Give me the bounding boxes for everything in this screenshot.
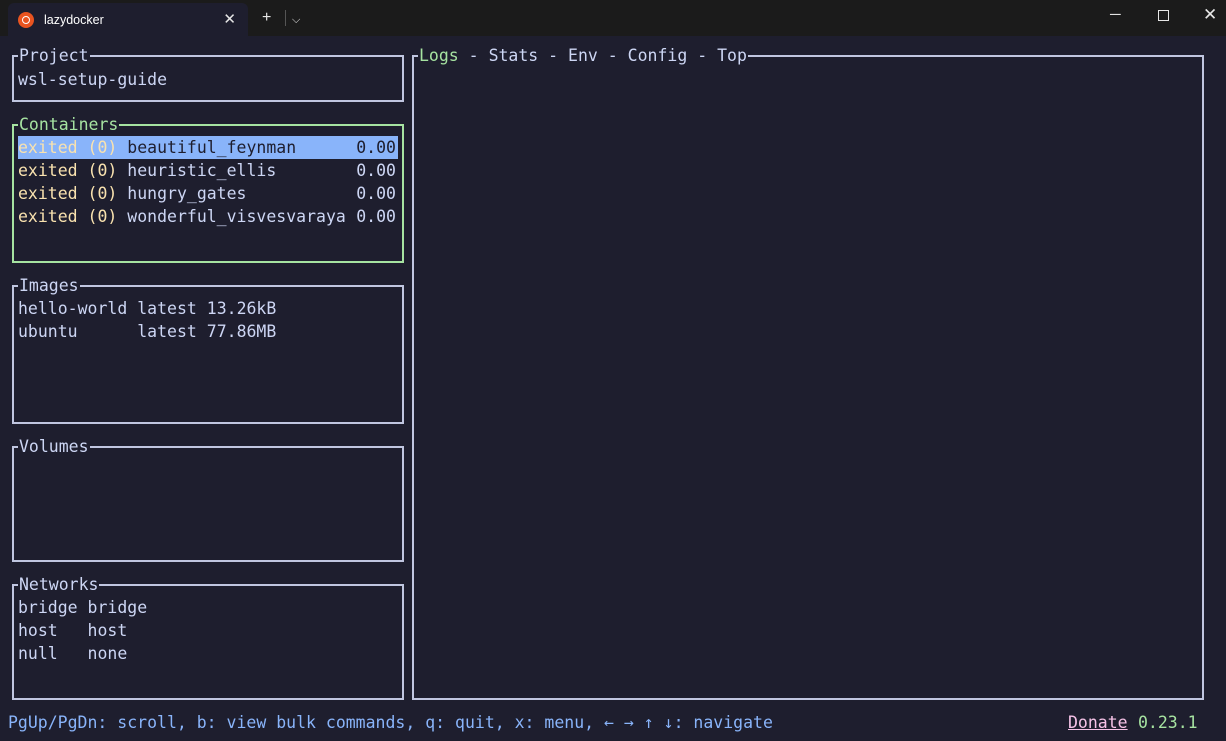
tab-separator bbox=[285, 10, 286, 26]
image-tag: latest bbox=[137, 322, 197, 341]
network-driver: bridge bbox=[87, 598, 148, 617]
keybindings-hint: PgUp/PgDn: scroll, b: view bulk commands… bbox=[8, 713, 773, 732]
tab-separator: - bbox=[597, 46, 628, 65]
project-name: wsl-setup-guide bbox=[18, 70, 168, 89]
minimize-button[interactable]: ─ bbox=[1110, 5, 1121, 25]
container-status: exited (0) bbox=[18, 161, 118, 180]
image-name: hello-world bbox=[18, 299, 128, 318]
networks-panel[interactable]: Networks bridge bridge host host null none bbox=[12, 575, 404, 700]
network-driver: host bbox=[87, 621, 128, 640]
containers-panel[interactable]: Containers exited (0) beautiful_feynman 0… bbox=[12, 115, 404, 263]
version-label: 0.23.1 bbox=[1138, 713, 1198, 732]
tab-stats[interactable]: Stats bbox=[489, 46, 539, 65]
title-bar: lazydocker ✕ + ⌵ ─ ✕ bbox=[0, 0, 1226, 36]
ubuntu-icon bbox=[18, 11, 34, 28]
tab-config[interactable]: Config bbox=[628, 46, 688, 65]
window-close-button[interactable]: ✕ bbox=[1203, 5, 1217, 25]
image-tag: latest bbox=[137, 299, 197, 318]
container-status: exited (0) bbox=[18, 138, 118, 157]
image-row[interactable]: ubuntu latest 77.86MB bbox=[18, 320, 398, 343]
network-row[interactable]: null none bbox=[18, 642, 398, 665]
volumes-panel[interactable]: Volumes bbox=[12, 437, 404, 562]
container-status: exited (0) bbox=[18, 207, 118, 226]
volumes-panel-title: Volumes bbox=[18, 437, 90, 457]
tab-separator: - bbox=[687, 46, 718, 65]
container-status: exited (0) bbox=[18, 184, 118, 203]
tab-env[interactable]: Env bbox=[568, 46, 598, 65]
donate-link[interactable]: Donate bbox=[1068, 711, 1128, 734]
container-name: wonderful_visvesvaraya bbox=[127, 207, 346, 226]
container-name: heuristic_ellis bbox=[127, 161, 277, 180]
tab-logs[interactable]: Logs bbox=[419, 46, 459, 65]
image-name: ubuntu bbox=[18, 322, 128, 341]
chevron-down-icon[interactable]: ⌵ bbox=[292, 10, 300, 30]
container-cpu: 0.00 bbox=[356, 161, 396, 180]
image-size: 77.86MB bbox=[206, 322, 277, 341]
container-name: beautiful_feynman bbox=[127, 138, 297, 157]
tab-separator: - bbox=[538, 46, 569, 65]
image-size: 13.26kB bbox=[206, 299, 277, 318]
network-name: null bbox=[18, 644, 78, 663]
maximize-button[interactable] bbox=[1158, 10, 1169, 21]
project-panel[interactable]: Project wsl-setup-guide bbox=[12, 46, 404, 102]
network-row[interactable]: host host bbox=[18, 619, 398, 642]
containers-panel-title: Containers bbox=[18, 115, 120, 135]
images-panel-title: Images bbox=[18, 276, 80, 296]
project-panel-title: Project bbox=[18, 46, 90, 66]
network-driver: none bbox=[87, 644, 128, 663]
terminal-tab[interactable]: lazydocker ✕ bbox=[8, 3, 248, 36]
tab-separator: - bbox=[458, 46, 489, 65]
images-panel[interactable]: Images hello-world latest 13.26kB ubuntu … bbox=[12, 276, 404, 424]
networks-panel-title: Networks bbox=[18, 575, 100, 595]
image-row[interactable]: hello-world latest 13.26kB bbox=[18, 297, 398, 320]
container-row[interactable]: exited (0) wonderful_visvesvaraya 0.00 bbox=[18, 205, 398, 228]
tab-top[interactable]: Top bbox=[717, 46, 747, 65]
tab-title: lazydocker bbox=[44, 12, 104, 27]
container-row[interactable]: exited (0) heuristic_ellis 0.00 bbox=[18, 159, 398, 182]
network-row[interactable]: bridge bridge bbox=[18, 596, 398, 619]
container-cpu: 0.00 bbox=[356, 184, 396, 203]
tab-close-icon[interactable]: ✕ bbox=[223, 10, 236, 28]
container-cpu: 0.00 bbox=[356, 138, 396, 157]
main-tabs: Logs - Stats - Env - Config - Top bbox=[418, 46, 748, 66]
container-row[interactable]: exited (0) hungry_gates 0.00 bbox=[18, 182, 398, 205]
container-cpu: 0.00 bbox=[356, 207, 396, 226]
network-name: bridge bbox=[18, 598, 78, 617]
main-panel[interactable]: Logs - Stats - Env - Config - Top bbox=[412, 46, 1204, 700]
container-name: hungry_gates bbox=[127, 184, 247, 203]
network-name: host bbox=[18, 621, 78, 640]
new-tab-button[interactable]: + bbox=[262, 8, 271, 28]
container-row[interactable]: exited (0) beautiful_feynman 0.00 bbox=[18, 136, 398, 159]
